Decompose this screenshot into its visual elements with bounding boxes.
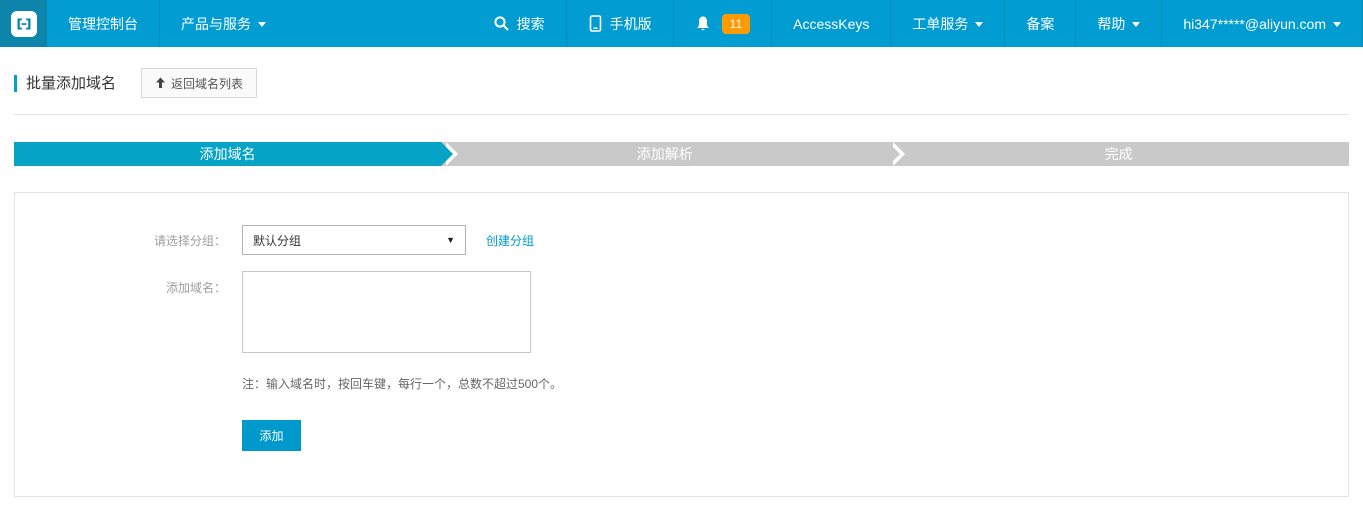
nav-notifications[interactable]: 11 bbox=[674, 0, 771, 47]
chevron-down-icon: ▼ bbox=[446, 235, 455, 245]
nav-beian[interactable]: 备案 bbox=[1005, 0, 1075, 47]
nav-mobile-label: 手机版 bbox=[610, 14, 652, 34]
back-button-label: 返回域名列表 bbox=[171, 75, 243, 92]
add-domains-label: 添加域名： bbox=[15, 271, 226, 296]
aliyun-logo[interactable] bbox=[0, 0, 47, 47]
notification-badge: 11 bbox=[722, 14, 750, 34]
nav-ticket-service[interactable]: 工单服务 bbox=[891, 0, 1004, 47]
group-select-row: 请选择分组： 默认分组 ▼ 创建分组 bbox=[15, 225, 1348, 255]
horizontal-divider bbox=[14, 114, 1349, 115]
step-add-resolution: 添加解析 bbox=[441, 142, 888, 166]
group-select[interactable]: 默认分组 ▼ bbox=[242, 225, 466, 255]
chevron-down-icon bbox=[258, 22, 266, 27]
aliyun-logo-icon bbox=[10, 10, 38, 38]
nav-accesskeys-label: AccessKeys bbox=[793, 16, 869, 32]
step-label: 添加解析 bbox=[637, 146, 693, 162]
domains-input[interactable] bbox=[242, 271, 531, 353]
input-note: 注：输入域名时，按回车键，每行一个，总数不超过500个。 bbox=[242, 375, 1348, 392]
back-to-domain-list-button[interactable]: 返回域名列表 bbox=[141, 68, 257, 98]
nav-accesskeys[interactable]: AccessKeys bbox=[772, 0, 890, 47]
nav-search[interactable]: 搜索 bbox=[472, 0, 566, 47]
step-progress-bar: 添加域名 添加解析 完成 bbox=[14, 142, 1349, 166]
phone-icon bbox=[588, 15, 603, 32]
add-domains-row: 添加域名： bbox=[15, 271, 1348, 353]
nav-console-label: 管理控制台 bbox=[68, 14, 138, 34]
group-select-label: 请选择分组： bbox=[15, 232, 226, 249]
nav-products-label: 产品与服务 bbox=[181, 14, 251, 34]
step-complete: 完成 bbox=[888, 142, 1349, 166]
nav-beian-label: 备案 bbox=[1026, 14, 1054, 34]
chevron-down-icon bbox=[975, 22, 983, 27]
top-navbar: 管理控制台 产品与服务 搜索 手机版 11 AccessK bbox=[0, 0, 1363, 47]
step-label: 完成 bbox=[1105, 146, 1133, 162]
nav-account[interactable]: hi347*****@aliyun.com bbox=[1162, 0, 1362, 47]
chevron-down-icon bbox=[1333, 22, 1341, 27]
add-button[interactable]: 添加 bbox=[242, 420, 301, 451]
search-icon bbox=[493, 15, 510, 32]
arrow-up-icon bbox=[155, 77, 166, 89]
nav-console[interactable]: 管理控制台 bbox=[47, 0, 159, 47]
title-row: 批量添加域名 返回域名列表 bbox=[0, 47, 1363, 98]
nav-ticket-label: 工单服务 bbox=[912, 14, 968, 34]
create-group-link[interactable]: 创建分组 bbox=[486, 232, 534, 249]
content-panel: 请选择分组： 默认分组 ▼ 创建分组 添加域名： 注：输入域名时，按回车键，每行… bbox=[14, 192, 1349, 497]
group-select-value: 默认分组 bbox=[253, 232, 301, 249]
nav-right-group: 搜索 手机版 11 AccessKeys 工单服务 备案 bbox=[472, 0, 1363, 47]
nav-mobile[interactable]: 手机版 bbox=[567, 0, 673, 47]
chevron-down-icon bbox=[1132, 22, 1140, 27]
nav-help-label: 帮助 bbox=[1097, 14, 1125, 34]
nav-account-label: hi347*****@aliyun.com bbox=[1183, 16, 1326, 32]
nav-products[interactable]: 产品与服务 bbox=[160, 0, 287, 47]
nav-search-label: 搜索 bbox=[517, 14, 545, 34]
nav-help[interactable]: 帮助 bbox=[1076, 0, 1161, 47]
step-label: 添加域名 bbox=[200, 146, 256, 162]
page-title: 批量添加域名 bbox=[14, 75, 116, 92]
bell-icon bbox=[695, 15, 711, 33]
step-add-domain: 添加域名 bbox=[14, 142, 441, 166]
